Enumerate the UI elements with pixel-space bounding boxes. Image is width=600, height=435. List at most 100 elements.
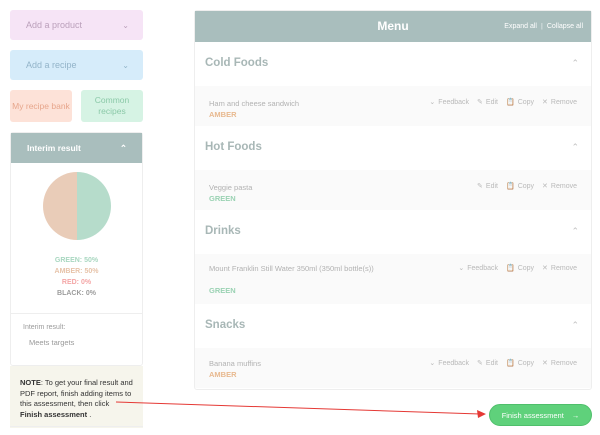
menu-item: Mount Franklin Still Water 350ml (350ml …	[195, 254, 591, 304]
close-icon: ✕	[542, 99, 548, 106]
finish-assessment-button[interactable]: Finish assessment →	[489, 404, 592, 426]
item-rating: AMBER	[209, 110, 237, 119]
interim-result-header[interactable]: Interim result ⌃	[11, 133, 142, 163]
menu-header: Menu Expand all | Collapse all	[195, 11, 591, 42]
note-box: NOTE: To get your final result and PDF r…	[10, 366, 143, 428]
close-icon: ✕	[542, 265, 548, 272]
item-actions: ⌄ Feedback ✎ Edit 📋 Copy ✕ Remove	[429, 98, 577, 107]
feedback-label: Feedback	[438, 98, 470, 106]
copy-icon: 📋	[505, 183, 515, 190]
chevron-up-icon[interactable]: ⌃	[571, 226, 579, 237]
legend-amber: AMBER: 50%	[54, 268, 99, 275]
remove-button[interactable]: ✕ Remove	[542, 359, 577, 368]
interim-result-panel: Interim result ⌃ GREEN: 50% AMBER: 50% R…	[10, 132, 143, 366]
section-title[interactable]: Hot Foods	[205, 141, 262, 153]
chevron-up-icon[interactable]: ⌃	[571, 142, 579, 153]
feedback-label: Feedback	[438, 359, 470, 367]
legend-red: RED: 0%	[61, 279, 92, 286]
recipe-buttons: My recipe bank Common recipes	[10, 90, 143, 122]
edit-label: Edit	[485, 182, 498, 190]
remove-label: Remove	[550, 359, 577, 367]
close-icon: ✕	[542, 360, 548, 367]
add-product-label: Add a product	[26, 20, 83, 30]
edit-button[interactable]: ✎ Edit	[477, 98, 498, 107]
chevron-down-icon: ⌄	[429, 99, 436, 106]
section-title[interactable]: Drinks	[205, 225, 241, 237]
menu-panel: Menu Expand all | Collapse all Cold Foods …	[194, 10, 592, 390]
arrow-right-icon: →	[571, 410, 580, 420]
chevron-down-icon: ⌄	[122, 60, 129, 70]
remove-label: Remove	[550, 182, 577, 190]
copy-button[interactable]: 📋 Copy	[505, 264, 534, 273]
pencil-icon: ✎	[477, 99, 483, 106]
note-label: NOTE	[20, 378, 41, 387]
item-rating: AMBER	[209, 370, 237, 379]
remove-label: Remove	[550, 264, 577, 272]
item-rating: GREEN	[209, 286, 236, 295]
chevron-up-icon[interactable]: ⌃	[571, 58, 579, 69]
remove-button[interactable]: ✕ Remove	[542, 182, 577, 191]
item-actions: ⌄ Feedback ✎ Edit 📋 Copy ✕ Remove	[429, 359, 577, 368]
note-finish-reference: Finish assessment	[20, 409, 88, 419]
section-cold-foods: Cold Foods ⌃ Ham and cheese sandwich AMB…	[195, 42, 591, 126]
close-icon: ✕	[542, 183, 548, 190]
copy-label: Copy	[517, 359, 535, 367]
edit-button[interactable]: ✎ Edit	[477, 182, 498, 191]
collapse-all-link[interactable]: Collapse all	[547, 23, 583, 30]
remove-label: Remove	[550, 98, 577, 106]
chevron-up-icon[interactable]: ⌃	[571, 320, 579, 331]
chevron-down-icon: ⌄	[458, 265, 465, 272]
item-name: Ham and cheese sandwich	[209, 99, 300, 108]
edit-label: Edit	[485, 98, 498, 106]
feedback-button[interactable]: ⌄ Feedback	[429, 359, 470, 368]
common-recipes-button[interactable]: Common recipes	[81, 90, 143, 122]
menu-item: Banana muffins AMBER ⌄ Feedback ✎ Edit 📋 Co…	[195, 348, 591, 388]
section-title[interactable]: Snacks	[205, 319, 245, 331]
interim-pie-chart	[11, 163, 142, 241]
copy-icon: 📋	[505, 265, 515, 272]
separator: |	[540, 23, 543, 30]
pencil-icon: ✎	[477, 183, 483, 190]
edit-button[interactable]: ✎ Edit	[477, 359, 498, 368]
remove-button[interactable]: ✕ Remove	[542, 264, 577, 273]
legend-black: BLACK: 0%	[57, 290, 96, 297]
chevron-up-icon: ⌃	[119, 142, 127, 153]
remove-button[interactable]: ✕ Remove	[542, 98, 577, 107]
pie-slice-green	[76, 172, 111, 240]
section-title[interactable]: Cold Foods	[205, 57, 268, 69]
section-snacks: Snacks ⌃ Banana muffins AMBER ⌄ Feedback …	[195, 304, 591, 390]
note-tail: .	[87, 409, 92, 419]
interim-result-value: Meets targets	[29, 338, 75, 347]
item-actions: ⌄ Feedback 📋 Copy ✕ Remove	[458, 264, 577, 273]
add-product-button[interactable]: Add a product ⌄	[10, 10, 143, 40]
arrow-line	[115, 401, 481, 415]
pencil-icon: ✎	[477, 360, 483, 367]
interim-result-title: Interim result	[27, 143, 81, 153]
menu-item: Veggie pasta GREEN ✎ Edit 📋 Copy ✕ Remove	[195, 170, 591, 210]
feedback-button[interactable]: ⌄ Feedback	[458, 264, 498, 273]
interim-legend: GREEN: 50% AMBER: 50% RED: 0% BLACK: 0%	[11, 255, 142, 299]
pie-chart-svg	[42, 172, 111, 240]
edit-label: Edit	[485, 359, 498, 367]
finish-assessment-label: Finish assessment	[501, 410, 564, 420]
menu-item: Ham and cheese sandwich AMBER ⌄ Feedback …	[195, 86, 591, 126]
my-recipe-bank-button[interactable]: My recipe bank	[10, 90, 72, 122]
chevron-down-icon: ⌄	[429, 360, 436, 367]
feedback-button[interactable]: ⌄ Feedback	[429, 98, 470, 107]
expand-all-link[interactable]: Expand all	[504, 23, 537, 30]
chevron-down-icon: ⌄	[122, 20, 129, 30]
sidebar: Add a product ⌄ Add a recipe ⌄ My recipe…	[10, 10, 143, 428]
item-rating: GREEN	[209, 194, 236, 203]
sidebar-bottom-card	[10, 426, 143, 435]
item-actions: ✎ Edit 📋 Copy ✕ Remove	[477, 182, 577, 191]
add-recipe-button[interactable]: Add a recipe ⌄	[10, 50, 143, 80]
item-name: Mount Franklin Still Water 350ml (350ml …	[209, 264, 374, 273]
item-name: Banana muffins	[209, 359, 261, 368]
item-name: Veggie pasta	[209, 183, 253, 192]
copy-button[interactable]: 📋 Copy	[505, 359, 535, 368]
interim-result-label: Interim result:	[23, 324, 66, 331]
copy-icon: 📋	[505, 360, 515, 367]
copy-label: Copy	[517, 182, 535, 190]
copy-button[interactable]: 📋 Copy	[505, 182, 535, 191]
copy-button[interactable]: 📋 Copy	[506, 98, 534, 107]
